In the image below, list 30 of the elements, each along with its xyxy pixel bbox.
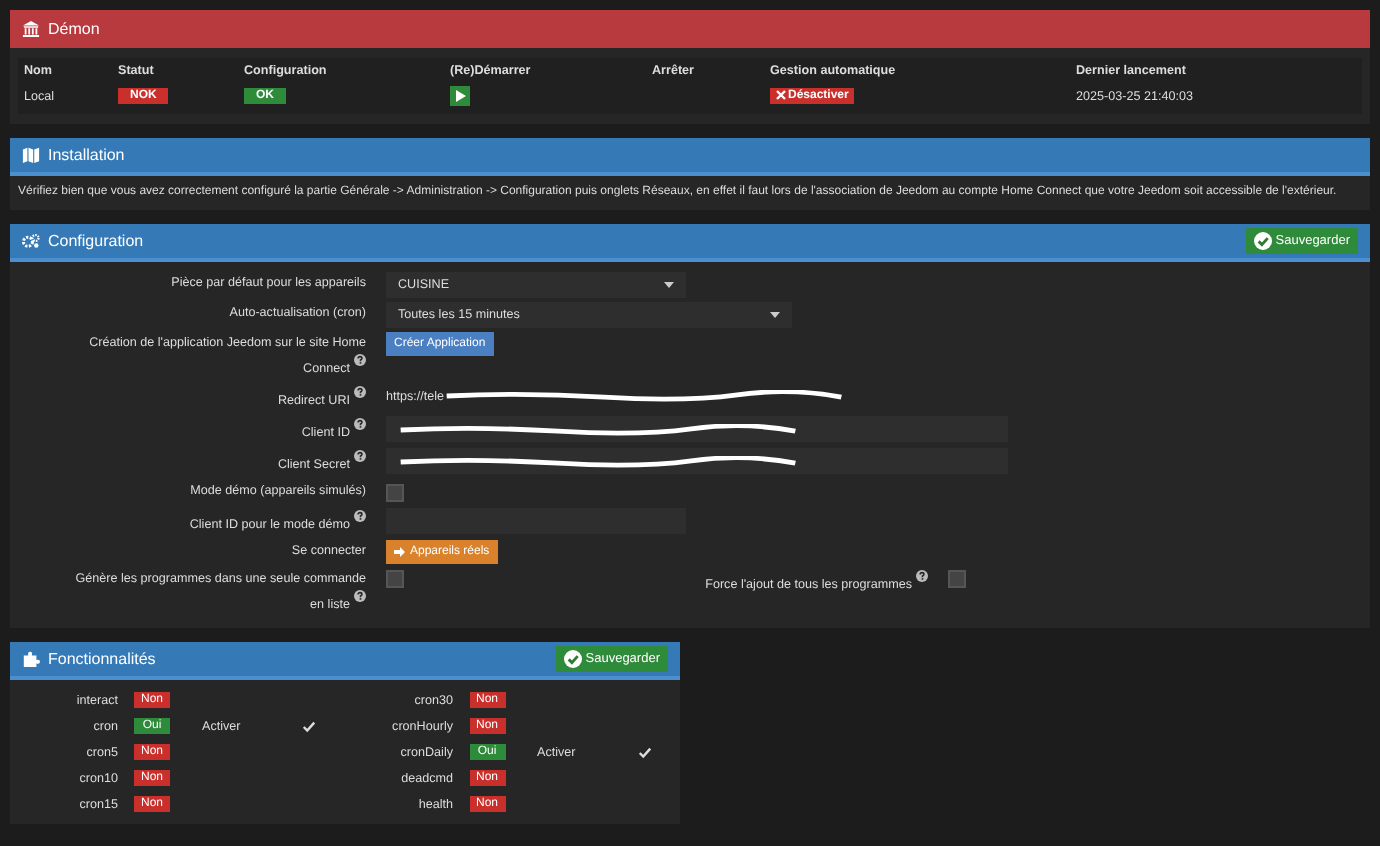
help-icon (354, 450, 366, 463)
puzzle-icon (22, 649, 40, 668)
map-icon (22, 146, 40, 164)
close-icon (776, 90, 786, 101)
gears-icon (22, 232, 40, 250)
help-icon (354, 386, 366, 399)
panel-title: Démon (48, 20, 102, 38)
play-button[interactable] (450, 86, 470, 106)
caret-icon (664, 282, 674, 288)
checkmark-icon[interactable] (637, 745, 651, 760)
checkmark-icon[interactable] (302, 719, 316, 734)
help-icon (354, 510, 366, 523)
help-icon (354, 418, 366, 431)
bank-icon (22, 20, 40, 38)
check-circle-icon (563, 649, 582, 668)
panel-title: Fonctionnalités (48, 649, 158, 668)
checkbox[interactable] (386, 483, 404, 502)
checkbox[interactable] (386, 569, 404, 588)
help-icon (916, 569, 928, 582)
panel-title: Installation (48, 146, 127, 164)
panel-title: Configuration (48, 232, 146, 250)
caret-icon (770, 312, 780, 318)
checkbox[interactable] (948, 569, 966, 588)
help-icon (354, 354, 366, 366)
help-icon (354, 590, 366, 603)
check-circle-icon (1253, 232, 1272, 250)
input-field[interactable] (386, 416, 1008, 443)
sign-in-icon (394, 546, 406, 559)
input-field[interactable] (386, 448, 1008, 475)
play-icon (454, 90, 466, 102)
